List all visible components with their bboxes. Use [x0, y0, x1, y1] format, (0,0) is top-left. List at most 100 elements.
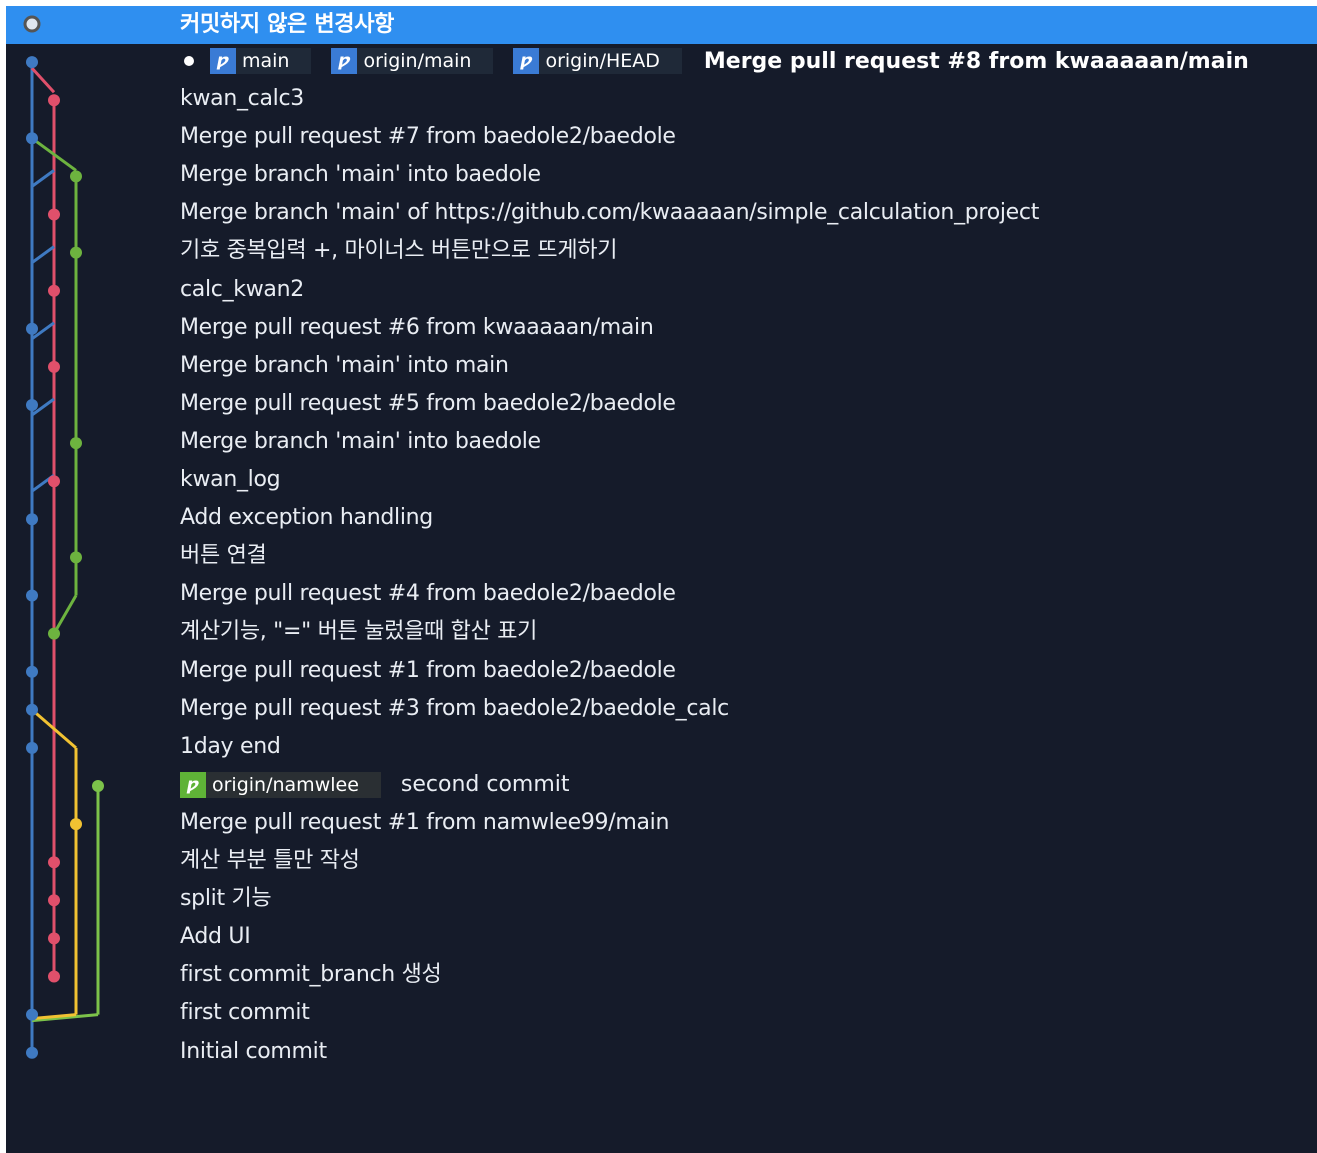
- commit-message: first commit: [180, 1000, 310, 1026]
- branch-icon: ƿ: [331, 48, 358, 74]
- commit-node[interactable]: [70, 437, 82, 450]
- commit-node[interactable]: [48, 932, 60, 945]
- commit-message: 버튼 연결: [180, 543, 267, 569]
- commit-node[interactable]: [26, 665, 38, 678]
- commit-node[interactable]: [26, 703, 38, 716]
- commit-node[interactable]: [26, 513, 38, 526]
- commit-row[interactable]: Merge pull request #3 from baedole2/baed…: [6, 690, 1317, 728]
- commit-message: Merge branch 'main' of https://github.co…: [180, 200, 1040, 226]
- commit-row[interactable]: Initial commit: [6, 1033, 1317, 1071]
- commit-message: Merge pull request #5 from baedole2/baed…: [180, 390, 676, 416]
- commit-row[interactable]: Add UI: [6, 918, 1317, 956]
- commit-node[interactable]: [26, 1046, 38, 1059]
- branch-badge-label: main: [242, 50, 290, 72]
- commit-row[interactable]: Merge branch 'main' into baedole: [6, 423, 1317, 461]
- commit-row[interactable]: 기호 중복입력 +, 마이너스 버튼만으로 뜨게하기: [6, 232, 1317, 270]
- commit-message: calc_kwan2: [180, 276, 304, 302]
- commit-node[interactable]: [26, 589, 38, 602]
- commit-row[interactable]: 1day end: [6, 728, 1317, 766]
- commit-row[interactable]: 계산 부분 틀만 작성: [6, 842, 1317, 880]
- commit-message: kwan_log: [180, 467, 281, 492]
- commit-row[interactable]: split 기능: [6, 880, 1317, 918]
- commit-node[interactable]: [70, 551, 82, 564]
- commit-row[interactable]: 계산기능, "=" 버튼 눌렀을때 합산 표기: [6, 613, 1317, 651]
- graph-edge: [52, 594, 78, 635]
- commit-node[interactable]: [26, 56, 38, 69]
- commit-message: Initial commit: [180, 1038, 327, 1064]
- commit-message: Add exception handling: [180, 505, 433, 531]
- graph-edge: [31, 245, 55, 264]
- commit-node[interactable]: [26, 322, 38, 335]
- commit-node[interactable]: [92, 780, 104, 792]
- branch-icon: ƿ: [513, 48, 540, 74]
- commit-message: 계산 부분 틀만 작성: [180, 848, 360, 873]
- commit-message: kwan_calc3: [180, 86, 304, 111]
- commit-row[interactable]: Merge pull request #1 from namwlee99/mai…: [6, 804, 1317, 842]
- commit-node[interactable]: [48, 894, 60, 907]
- commit-node[interactable]: [48, 94, 60, 107]
- uncommitted-changes-row[interactable]: 커밋하지 않은 변경사항: [6, 6, 1317, 44]
- branch-badge-label: origin/namwlee: [212, 773, 359, 796]
- current-head-dot-icon: [184, 56, 194, 66]
- commit-row[interactable]: kwan_log: [6, 461, 1317, 499]
- branch-icon: ƿ: [210, 48, 236, 74]
- commit-history-panel: 커밋하지 않은 변경사항 ƿ main ƿ origin/main ƿ orig…: [6, 6, 1317, 1153]
- commit-message: Merge pull request #1 from baedole2/baed…: [180, 657, 676, 683]
- commit-node[interactable]: [70, 246, 82, 259]
- uncommitted-changes-label: 커밋하지 않은 변경사항: [180, 12, 395, 37]
- commit-node[interactable]: [48, 360, 60, 373]
- graph-edge: [31, 169, 55, 188]
- commit-row[interactable]: first commit_branch 생성: [6, 956, 1317, 994]
- commit-message: Merge branch 'main' into baedole: [180, 428, 541, 454]
- graph-edge: [30, 67, 56, 94]
- branch-icon: ƿ: [180, 771, 206, 798]
- branch-badge-origin-main[interactable]: ƿ origin/main: [331, 48, 494, 74]
- commit-message: 계산기능, "=" 버튼 눌렀을때 합산 표기: [180, 619, 538, 645]
- commit-message: second commit: [400, 772, 570, 798]
- commit-node[interactable]: [26, 741, 38, 754]
- commit-node[interactable]: [48, 284, 60, 297]
- commit-node[interactable]: [26, 132, 38, 145]
- commit-node[interactable]: [48, 475, 60, 488]
- commit-row[interactable]: first commit: [6, 994, 1317, 1032]
- commit-message: 1day end: [180, 733, 281, 759]
- commit-refs: ƿ origin/namwlee second commit: [180, 766, 570, 804]
- commit-message: Add UI: [180, 924, 251, 950]
- commit-node[interactable]: [26, 399, 38, 411]
- commit-message: Merge pull request #6 from kwaaaaan/main: [180, 314, 654, 340]
- commit-message: Merge pull request #4 from baedole2/baed…: [180, 581, 676, 607]
- commit-row[interactable]: Merge pull request #7 from baedole2/baed…: [6, 118, 1317, 156]
- commit-row[interactable]: ƿ origin/namwlee second commit: [6, 766, 1317, 804]
- commit-message: Merge branch 'main' into baedole: [180, 162, 541, 188]
- branch-badge-origin-namwlee[interactable]: ƿ origin/namwlee: [180, 771, 381, 798]
- commit-row[interactable]: 버튼 연결: [6, 537, 1317, 575]
- commit-row[interactable]: Merge pull request #5 from baedole2/baed…: [6, 385, 1317, 423]
- branch-badge-label: origin/main: [363, 50, 472, 72]
- commit-row[interactable]: Merge branch 'main' into baedole: [6, 156, 1317, 194]
- head-commit-message: Merge pull request #8 from kwaaaaan/main: [703, 48, 1249, 74]
- commit-node[interactable]: [70, 170, 82, 183]
- commit-node[interactable]: [26, 1008, 38, 1021]
- uncommitted-node-icon[interactable]: [23, 15, 41, 33]
- commit-node[interactable]: [48, 627, 60, 640]
- commit-node[interactable]: [48, 970, 60, 983]
- commit-row[interactable]: Add exception handling: [6, 499, 1317, 537]
- head-commit-refs: ƿ main ƿ origin/main ƿ origin/HEAD Merge…: [180, 42, 1249, 80]
- commit-row[interactable]: kwan_calc3: [6, 80, 1317, 118]
- commit-row[interactable]: Merge pull request #6 from kwaaaaan/main: [6, 309, 1317, 347]
- commit-message: Merge pull request #3 from baedole2/baed…: [180, 695, 729, 721]
- commit-row[interactable]: calc_kwan2: [6, 271, 1317, 309]
- commit-row[interactable]: Merge branch 'main' of https://github.co…: [6, 194, 1317, 232]
- commit-node[interactable]: [48, 208, 60, 221]
- branch-badge-origin-head[interactable]: ƿ origin/HEAD: [513, 48, 682, 74]
- commit-row[interactable]: Merge pull request #4 from baedole2/baed…: [6, 575, 1317, 613]
- commit-node[interactable]: [48, 856, 60, 869]
- head-commit-row[interactable]: ƿ main ƿ origin/main ƿ origin/HEAD Merge…: [6, 42, 1317, 80]
- commit-message: 기호 중복입력 +, 마이너스 버튼만으로 뜨게하기: [180, 238, 618, 264]
- commit-row[interactable]: Merge pull request #1 from baedole2/baed…: [6, 652, 1317, 690]
- branch-badge-main[interactable]: ƿ main: [210, 48, 312, 74]
- commit-node[interactable]: [70, 818, 82, 831]
- commit-graph: [23, 15, 104, 1059]
- commit-row[interactable]: Merge branch 'main' into main: [6, 347, 1317, 385]
- commit-message: split 기능: [180, 886, 272, 912]
